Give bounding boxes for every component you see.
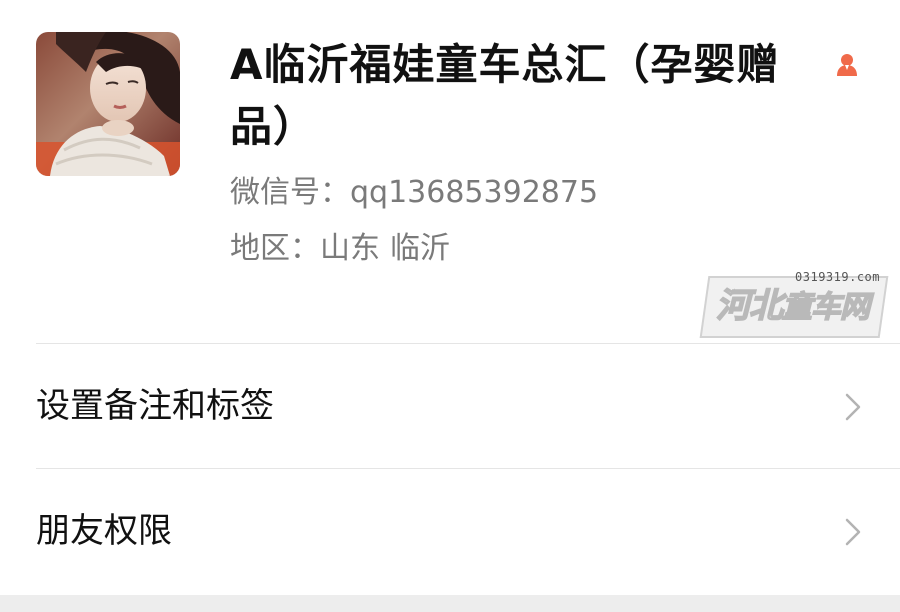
region-province: 山东 (320, 231, 380, 266)
chevron-right-icon (844, 392, 862, 422)
avatar[interactable] (36, 32, 180, 176)
friend-permissions-row[interactable]: 朋友权限 (0, 469, 900, 593)
watermark: 0319319.com 河北童车网 (699, 268, 892, 338)
wechat-id[interactable]: 微信号：qq13685392875 (230, 172, 598, 214)
chevron-right-icon (844, 517, 862, 547)
contact-profile-page: A临沂福娃童车总汇（孕婴赠品） 微信号：qq13685392875 地区：山东临… (0, 0, 900, 612)
watermark-frame (699, 276, 889, 338)
profile-name: A临沂福娃童车总汇（孕婴赠品） (230, 40, 780, 151)
watermark-text-big: 河北 (715, 285, 784, 327)
region-label: 地区： (230, 231, 320, 266)
region-city: 临沂 (390, 231, 450, 266)
set-remark-and-tags-label: 设置备注和标签 (36, 386, 274, 426)
set-remark-and-tags-row[interactable]: 设置备注和标签 (0, 344, 900, 468)
watermark-text-small: 童车网 (781, 289, 871, 326)
user-gender-icon (834, 51, 860, 77)
watermark-logo-text: 河北童车网 (715, 285, 871, 328)
friend-permissions-label: 朋友权限 (36, 511, 172, 551)
watermark-domain: 0319319.com (795, 270, 880, 284)
region: 地区：山东 临沂 (230, 228, 450, 270)
section-gap (0, 595, 900, 612)
